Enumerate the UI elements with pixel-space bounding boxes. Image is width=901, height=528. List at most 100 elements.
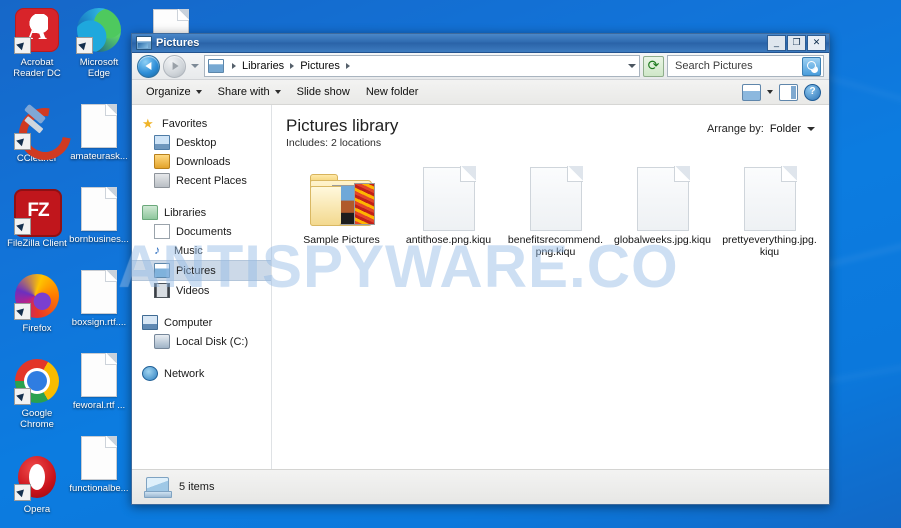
network-icon	[142, 366, 158, 381]
desktop-icon-functionalbe-file[interactable]: functionalbe...	[68, 436, 130, 494]
list-item[interactable]: globalweeks.jpg.kiqu	[609, 164, 716, 258]
sidebar-item-local-disk[interactable]: Local Disk (C:)	[132, 332, 271, 351]
blank-file-icon	[502, 164, 609, 234]
sidebar-item-downloads[interactable]: Downloads	[132, 152, 271, 171]
desktop-icon-label: Google Chrome	[20, 408, 54, 430]
help-icon[interactable]	[804, 83, 821, 101]
file-name: antithose.png.kiqu	[405, 234, 492, 246]
breadcrumb-separator-icon	[290, 63, 295, 69]
window-titlebar[interactable]: Pictures _ ❐ ✕	[132, 34, 829, 53]
desktop-icon-boxsign-file[interactable]: boxsign.rtf....	[68, 270, 130, 328]
organize-label: Organize	[146, 86, 191, 98]
nav-group-computer: Computer Local Disk (C:)	[132, 313, 271, 351]
nav-header-libraries[interactable]: Libraries	[132, 203, 271, 222]
nav-label: Videos	[176, 284, 210, 297]
minimize-button[interactable]: _	[767, 35, 786, 51]
videos-icon	[154, 283, 170, 298]
sidebar-item-desktop[interactable]: Desktop	[132, 133, 271, 152]
includes-value[interactable]: 2 locations	[331, 137, 381, 149]
sidebar-item-videos[interactable]: Videos	[132, 281, 271, 300]
sidebar-item-music[interactable]: ♪ Music	[132, 241, 271, 260]
nav-label: Desktop	[176, 136, 217, 149]
arrange-by-label: Arrange by:	[706, 123, 764, 135]
desktop-icon-ccleaner[interactable]: CCleaner	[6, 104, 68, 164]
desktop-icon-microsoft-edge[interactable]: Microsoft Edge	[68, 8, 130, 79]
desktop-icon-label: FileZilla Client	[7, 238, 67, 249]
file-name: benefitsrecommend.png.kiqu	[507, 234, 604, 258]
window-body: ★ Favorites Desktop Downloads Recent Pla…	[132, 105, 829, 469]
content-pane[interactable]: Pictures library Includes: 2 locations A…	[272, 105, 829, 469]
forward-button[interactable]	[163, 54, 186, 78]
arrange-by-value[interactable]: Folder	[770, 123, 801, 135]
microsoft-edge-icon	[76, 8, 122, 54]
list-item[interactable]: antithose.png.kiqu	[395, 164, 502, 258]
shortcut-arrow-icon	[14, 218, 31, 235]
new-folder-button[interactable]: New folder	[358, 83, 427, 101]
desktop-icon-feworal-file[interactable]: feworal.rtf ...	[68, 353, 130, 411]
file-name: prettyeverything.jpg.kiqu	[722, 234, 817, 258]
desktop-icon-opera[interactable]: Opera	[6, 455, 68, 515]
organize-button[interactable]: Organize	[138, 83, 210, 101]
library-includes: Includes: 2 locations	[286, 137, 398, 149]
file-list[interactable]: Sample Pictures antithose.png.kiqu benef…	[272, 155, 829, 469]
slide-show-button[interactable]: Slide show	[289, 83, 358, 101]
address-dropdown-chevron-down-icon[interactable]	[628, 64, 636, 68]
desktop-icon-column-2: Microsoft Edge amateurask... bornbusines…	[68, 8, 130, 519]
share-with-button[interactable]: Share with	[210, 83, 289, 101]
maximize-button[interactable]: ❐	[787, 35, 806, 51]
libraries-icon	[142, 205, 158, 220]
sidebar-item-documents[interactable]: Documents	[132, 222, 271, 241]
change-view-icon[interactable]	[742, 83, 761, 101]
nav-label: Favorites	[162, 117, 208, 130]
list-item[interactable]: benefitsrecommend.png.kiqu	[502, 164, 609, 258]
recent-pages-chevron-down-icon[interactable]	[191, 64, 199, 68]
refresh-button[interactable]	[643, 55, 664, 77]
search-box[interactable]	[667, 55, 824, 77]
blank-file-icon	[81, 436, 117, 480]
breadcrumb-libraries[interactable]: Libraries	[242, 60, 284, 72]
back-button[interactable]	[137, 54, 160, 78]
ccleaner-icon	[14, 104, 60, 150]
list-item[interactable]: prettyeverything.jpg.kiqu	[716, 164, 823, 258]
nav-label: Pictures	[176, 264, 216, 277]
close-button[interactable]: ✕	[807, 35, 826, 51]
navigation-pane[interactable]: ★ Favorites Desktop Downloads Recent Pla…	[132, 105, 272, 469]
desktop-icon-label: bornbusines...	[69, 234, 129, 245]
nav-header-favorites[interactable]: ★ Favorites	[132, 114, 271, 133]
address-breadcrumb-bar[interactable]: Libraries Pictures	[204, 55, 640, 77]
desktop-icon-bornbusines-file[interactable]: bornbusines...	[68, 187, 130, 245]
sidebar-item-pictures[interactable]: Pictures	[132, 260, 271, 281]
search-input[interactable]	[673, 59, 802, 73]
blank-file-icon	[81, 104, 117, 148]
view-chevron-down-icon[interactable]	[767, 90, 773, 94]
nav-header-computer[interactable]: Computer	[132, 313, 271, 332]
desktop-icon-google-chrome[interactable]: Google Chrome	[6, 359, 68, 430]
desktop-icon-firefox[interactable]: Firefox	[6, 274, 68, 334]
desktop-icon-label: feworal.rtf ...	[72, 400, 126, 411]
shortcut-arrow-icon	[14, 484, 31, 501]
blank-file-icon	[395, 164, 502, 234]
search-icon[interactable]	[802, 56, 821, 76]
breadcrumb-library-icon	[208, 59, 224, 73]
nav-label: Music	[174, 244, 203, 257]
list-item[interactable]: Sample Pictures	[288, 164, 395, 258]
shortcut-arrow-icon	[76, 37, 93, 54]
explorer-window[interactable]: Pictures _ ❐ ✕ Libraries Pictures Organi…	[131, 33, 830, 505]
desktop-icon-label: Acrobat Reader DC	[13, 57, 61, 79]
nav-label: Computer	[164, 316, 213, 329]
shortcut-arrow-icon	[14, 37, 31, 54]
sidebar-item-recent-places[interactable]: Recent Places	[132, 171, 271, 190]
chevron-down-icon	[195, 90, 202, 94]
local-disk-icon	[154, 334, 170, 349]
blank-file-icon	[609, 164, 716, 234]
breadcrumb-pictures[interactable]: Pictures	[300, 60, 340, 72]
desktop-icon-filezilla[interactable]: FileZilla Client	[6, 189, 68, 249]
opera-icon	[14, 455, 60, 501]
desktop-icon-amateurask-file[interactable]: amateurask...	[68, 104, 130, 162]
chevron-down-icon[interactable]	[807, 127, 815, 131]
preview-pane-icon[interactable]	[779, 83, 798, 101]
includes-label: Includes:	[286, 137, 329, 149]
sidebar-item-network[interactable]: Network	[132, 364, 271, 383]
command-toolbar: Organize Share with Slide show New folde…	[132, 80, 829, 105]
desktop-icon-acrobat-reader[interactable]: Acrobat Reader DC	[6, 8, 68, 79]
